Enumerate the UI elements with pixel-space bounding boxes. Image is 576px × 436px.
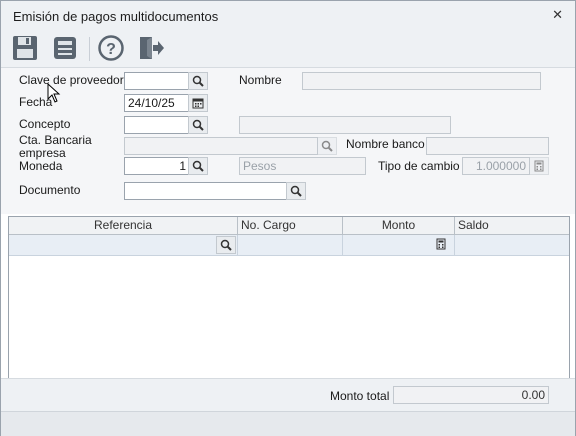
help-icon[interactable]: ?	[97, 34, 125, 62]
documento-lookup-button[interactable]	[286, 182, 306, 200]
print-icon[interactable]	[51, 34, 79, 62]
nombre-banco-label: Nombre banco	[346, 137, 425, 151]
title-bar: Emisión de pagos multidocumentos ✕	[1, 1, 575, 31]
documents-grid[interactable]: Referencia No. Cargo Monto Saldo	[8, 216, 570, 379]
concepto-lookup-button[interactable]	[188, 116, 208, 134]
toolbar: ?	[1, 31, 575, 68]
column-monto[interactable]: Monto	[343, 217, 455, 234]
referencia-lookup-button[interactable]	[216, 236, 236, 254]
exit-icon[interactable]	[137, 34, 165, 62]
proveedor-label: Clave de proveedor	[19, 73, 124, 87]
search-icon	[220, 239, 232, 251]
grid-header: Referencia No. Cargo Monto Saldo	[9, 217, 569, 235]
save-icon[interactable]	[11, 34, 39, 62]
tipo-cambio-field: 1.000000	[462, 157, 530, 175]
calculator-icon	[534, 160, 544, 172]
cell-no-cargo[interactable]	[238, 235, 343, 255]
cta-bancaria-lookup-button[interactable]	[317, 137, 337, 155]
mouse-cursor	[47, 82, 61, 106]
moneda-lookup-button[interactable]	[188, 157, 208, 175]
table-row[interactable]	[9, 235, 569, 256]
tipo-cambio-calc-button[interactable]	[529, 157, 549, 175]
search-icon	[192, 160, 204, 172]
proveedor-input[interactable]	[124, 72, 190, 90]
moneda-description-field: Pesos	[239, 157, 366, 175]
column-no-cargo[interactable]: No. Cargo	[238, 217, 343, 234]
cell-referencia[interactable]	[9, 235, 238, 255]
status-bar	[1, 411, 575, 436]
nombre-field	[302, 72, 541, 90]
search-icon	[290, 185, 302, 197]
moneda-input[interactable]: 1	[124, 157, 190, 175]
cta-bancaria-input[interactable]	[124, 137, 318, 155]
nombre-banco-field	[426, 137, 549, 155]
documento-label: Documento	[19, 183, 81, 197]
monto-total-field: 0.00	[393, 386, 549, 404]
calculator-icon[interactable]	[435, 238, 447, 253]
search-icon	[192, 75, 204, 87]
proveedor-lookup-button[interactable]	[188, 72, 208, 90]
documento-input[interactable]	[124, 182, 287, 200]
column-referencia[interactable]: Referencia	[9, 217, 238, 234]
column-saldo[interactable]: Saldo	[455, 217, 569, 234]
window-title: Emisión de pagos multidocumentos	[13, 9, 219, 24]
dialog-window: Emisión de pagos multidocumentos ✕ ? Cla…	[0, 0, 576, 436]
toolbar-separator	[89, 37, 90, 61]
concepto-input[interactable]	[124, 116, 190, 134]
nombre-label: Nombre	[239, 73, 282, 87]
concepto-description-field	[239, 116, 451, 134]
moneda-label: Moneda	[19, 159, 63, 173]
fecha-calendar-button[interactable]	[188, 94, 208, 112]
close-icon[interactable]: ✕	[552, 7, 563, 23]
calendar-icon	[192, 98, 204, 109]
totals-bar: Monto total 0.00	[1, 378, 575, 411]
cell-saldo[interactable]	[455, 235, 569, 255]
search-icon	[321, 140, 333, 152]
svg-text:?: ?	[106, 41, 116, 58]
tipo-cambio-label: Tipo de cambio	[378, 159, 460, 173]
concepto-label: Concepto	[19, 117, 71, 131]
search-icon	[192, 119, 204, 131]
fecha-input[interactable]: 24/10/25	[124, 94, 190, 112]
form-area: Clave de proveedor Nombre Fecha 24/10/25…	[1, 68, 575, 214]
cell-monto[interactable]	[343, 235, 455, 255]
monto-total-label: Monto total	[330, 389, 390, 403]
